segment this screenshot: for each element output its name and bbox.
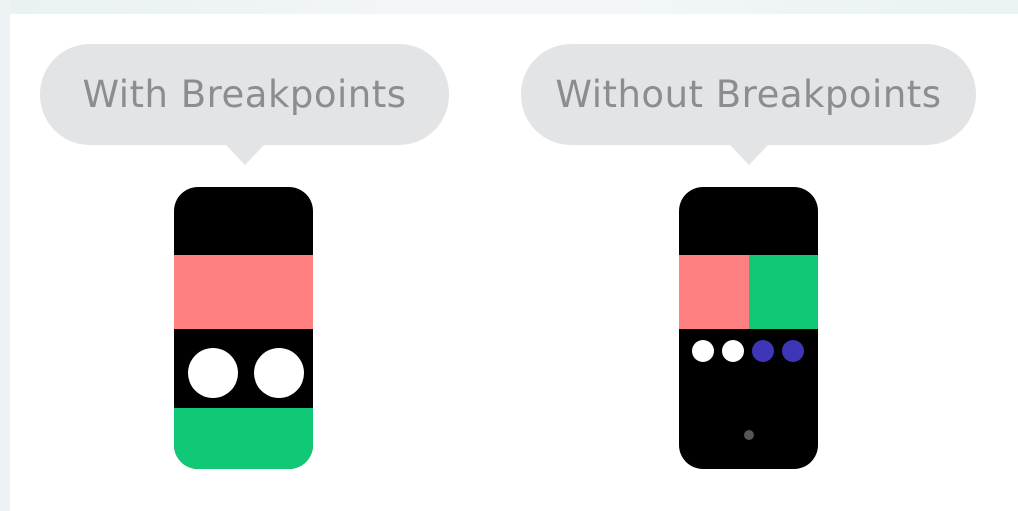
phone-without-breakpoints: [679, 187, 818, 469]
background-strip: [0, 0, 1018, 14]
with-breakpoints-speech-bubble: With Breakpoints: [40, 44, 449, 165]
phone-with-breakpoints: [174, 187, 313, 469]
home-indicator-dot: [744, 430, 754, 440]
pink-content-block: [174, 255, 313, 329]
with-breakpoints-label: With Breakpoints: [82, 73, 407, 116]
white-circle-2: [254, 348, 304, 398]
white-dot-1: [692, 340, 714, 362]
background-edge: [0, 0, 10, 511]
without-breakpoints-label: Without Breakpoints: [555, 73, 942, 116]
white-circle-1: [188, 348, 238, 398]
green-content-block: [749, 255, 818, 329]
pink-content-block: [679, 255, 749, 329]
white-dot-2: [722, 340, 744, 362]
purple-dot-1: [752, 340, 774, 362]
green-content-block: [174, 408, 313, 469]
purple-dot-2: [782, 340, 804, 362]
without-breakpoints-speech-bubble: Without Breakpoints: [521, 44, 976, 165]
